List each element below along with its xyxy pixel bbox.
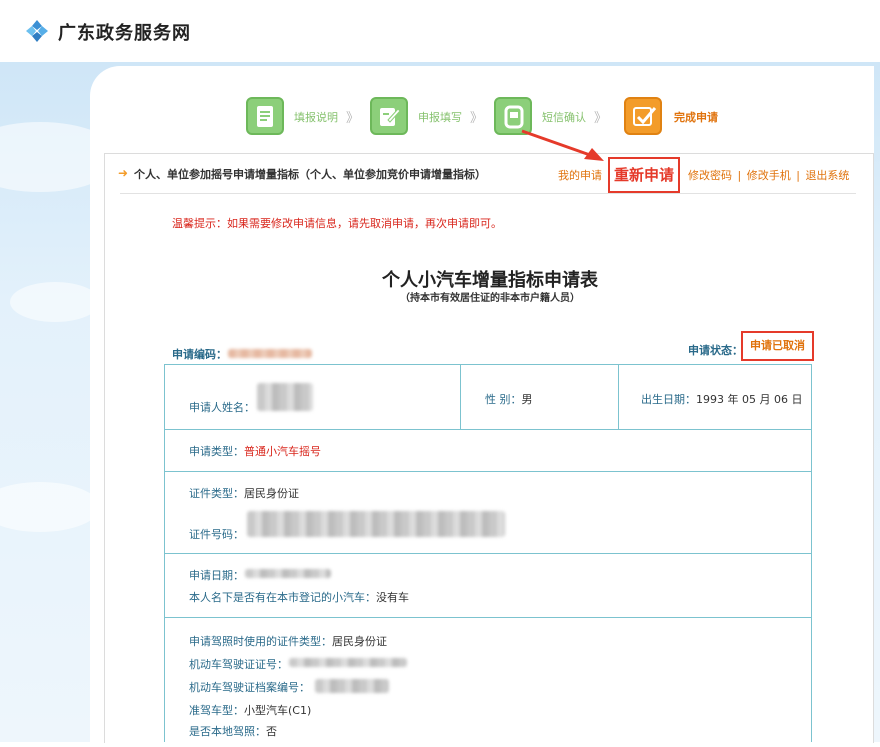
redacted-license-number	[289, 658, 407, 667]
table-row: 申请驾照时使用的证件类型：居民身份证 机动车驾驶证证号： 机动车驾驶证档案编号：…	[165, 617, 811, 747]
step-4-label: 完成申请	[674, 111, 718, 124]
redacted-license-file-number	[315, 679, 389, 693]
apply-date-label: 申请日期：	[189, 569, 244, 582]
license-number-label: 机动车驾驶证证号：	[189, 658, 288, 671]
table-row: 申请类型：普通小汽车摇号	[165, 429, 811, 472]
id-type-label: 证件类型：居民身份证	[189, 487, 299, 500]
table-row: 申请日期： 本人名下是否有在本市登记的小汽车：没有车	[165, 553, 811, 618]
vehicle-class-label: 准驾车型：小型汽车(C1)	[189, 704, 312, 717]
step-3-label: 短信确认	[542, 111, 586, 124]
change-password-link[interactable]: 修改密码	[688, 169, 732, 182]
application-type-label: 申请类型：普通小汽车摇号	[189, 445, 321, 458]
has-car-label: 本人名下是否有在本市登记的小汽车：没有车	[189, 591, 409, 604]
government-logo-icon	[26, 20, 48, 42]
annotation-arrow-icon	[521, 129, 604, 161]
license-id-type-value: 居民身份证	[332, 635, 387, 648]
edit-form-icon	[370, 97, 408, 135]
progress-steps: 填报说明 》 申报填写 》 短信确认 》 完成申请	[246, 97, 746, 139]
has-car-value: 没有车	[376, 591, 409, 604]
account-links: 修改密码 | 修改手机 | 退出系统	[688, 167, 851, 183]
separator: |	[796, 169, 800, 182]
redacted-name	[257, 383, 313, 411]
license-file-label: 机动车驾驶证档案编号：	[189, 681, 310, 694]
license-id-type-label: 申请驾照时使用的证件类型：居民身份证	[189, 635, 387, 648]
application-type-value: 普通小汽车摇号	[244, 445, 321, 458]
divider	[120, 193, 856, 194]
warm-tip: 温馨提示：如果需要修改申请信息，请先取消申请，再次申请即可。	[172, 217, 502, 230]
vehicle-class-value: 小型汽车(C1)	[244, 704, 312, 717]
top-header: 广东政务服务网	[0, 0, 880, 62]
redacted-apply-date	[245, 569, 331, 578]
step-arrow-icon: 》	[594, 111, 608, 126]
form-subtitle: （持本市有效居住证的非本市户籍人员）	[400, 293, 580, 304]
separator: |	[737, 169, 742, 182]
local-license-value: 否	[266, 725, 277, 738]
site-title[interactable]: 广东政务服务网	[58, 19, 191, 45]
step-1-label: 填报说明	[294, 111, 338, 124]
document-icon	[246, 97, 284, 135]
local-license-label: 是否本地驾照：否	[189, 725, 277, 738]
gender-label: 性 别：男	[485, 393, 533, 406]
cell-divider	[618, 365, 619, 429]
applicant-name-label: 申请人姓名：	[189, 401, 255, 414]
arrow-right-icon: ➜	[118, 166, 129, 180]
application-table: 申请人姓名： 性 别：男 出生日期：1993 年 05 月 06 日 申请类型：…	[164, 364, 812, 742]
table-row: 证件类型：居民身份证 证件号码：	[165, 471, 811, 554]
application-number-label: 申请编码：	[172, 348, 227, 361]
step-arrow-icon: 》	[346, 111, 360, 126]
table-row: 申请人姓名： 性 别：男 出生日期：1993 年 05 月 06 日	[165, 365, 811, 430]
birth-date-value: 1993 年 05 月 06 日	[696, 393, 803, 406]
redacted-application-number	[228, 349, 312, 358]
step-2-label: 申报填写	[418, 111, 462, 124]
change-phone-link[interactable]: 修改手机	[747, 169, 791, 182]
redacted-id-number	[247, 511, 505, 537]
logout-link[interactable]: 退出系统	[805, 169, 849, 182]
cell-divider	[460, 365, 461, 429]
application-status-label: 申请状态：	[688, 344, 743, 357]
gender-value: 男	[521, 393, 533, 406]
birth-date-label: 出生日期：1993 年 05 月 06 日	[641, 393, 803, 406]
my-application-link[interactable]: 我的申请	[558, 167, 602, 183]
step-arrow-icon: 》	[470, 111, 484, 126]
checkmark-icon	[624, 97, 662, 135]
reapply-link[interactable]: 重新申请	[608, 157, 680, 193]
section-title: 个人、单位参加摇号申请增量指标（个人、单位参加竞价申请增量指标）	[134, 168, 486, 181]
id-number-label: 证件号码：	[189, 528, 244, 541]
id-type-value: 居民身份证	[244, 487, 299, 500]
status-badge: 申请已取消	[741, 331, 814, 361]
